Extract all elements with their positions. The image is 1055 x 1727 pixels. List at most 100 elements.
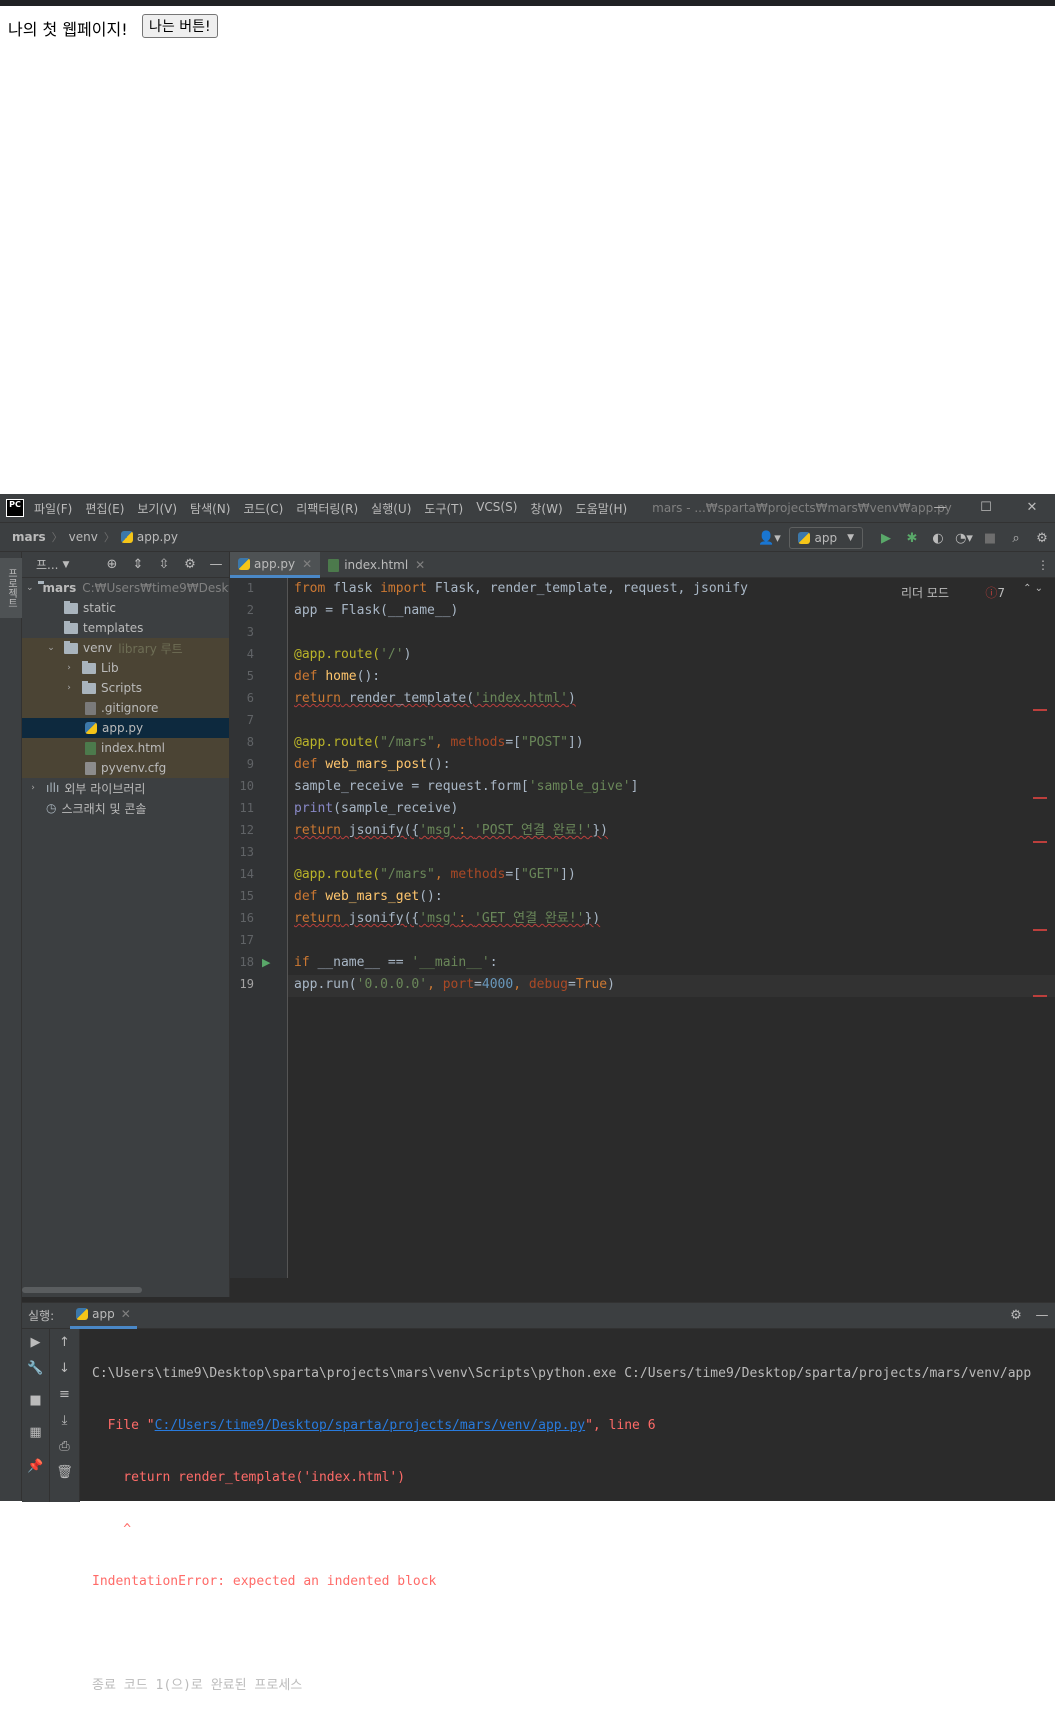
- close-icon[interactable]: ✕: [1009, 494, 1055, 522]
- run-tab-app[interactable]: app ✕: [70, 1303, 137, 1329]
- chevron-right-icon[interactable]: ›: [62, 663, 76, 673]
- arrow-up-icon[interactable]: ↑: [50, 1335, 79, 1350]
- menu-tools[interactable]: 도구(T): [424, 500, 463, 517]
- error-stripe-mark[interactable]: [1033, 929, 1047, 931]
- code-line-6: return render_template('index.html'): [294, 688, 576, 710]
- chevron-down-icon[interactable]: ⌄: [26, 583, 34, 593]
- breadcrumb-project[interactable]: mars: [12, 530, 46, 544]
- horizontal-scrollbar[interactable]: [22, 1287, 142, 1293]
- project-panel: 프... ▼ ⊕ ⇕ ⇳ ⚙ — ⌄ mars C:₩Users₩time9₩D…: [22, 552, 230, 1297]
- search-icon[interactable]: ⌕: [1003, 531, 1029, 546]
- project-view-select[interactable]: 프...: [36, 556, 58, 573]
- expand-all-icon[interactable]: ⇕: [125, 557, 151, 572]
- code-token: @app.route(: [294, 735, 381, 750]
- web-button[interactable]: 나는 버튼!: [142, 14, 218, 38]
- close-tab-icon[interactable]: ✕: [121, 1307, 131, 1321]
- tree-item-index-html[interactable]: index.html: [22, 738, 229, 758]
- tree-item-pyvenv-cfg[interactable]: pyvenv.cfg: [22, 758, 229, 778]
- tree-item-templates[interactable]: templates: [22, 618, 229, 638]
- tree-item-venv[interactable]: ⌄ venv library 루트: [22, 638, 229, 658]
- run-config-select[interactable]: app ▼: [789, 527, 863, 549]
- collapse-all-icon[interactable]: ⇳: [151, 557, 177, 572]
- tree-item-scratches[interactable]: ◷ 스크래치 및 콘솔: [22, 798, 229, 818]
- reader-mode-toggle[interactable]: 리더 모드: [901, 584, 949, 601]
- layout-icon[interactable]: ▦: [22, 1425, 49, 1440]
- line-number: 10: [239, 779, 254, 793]
- locate-icon[interactable]: ⊕: [99, 557, 125, 572]
- project-panel-toolbar: 프... ▼ ⊕ ⇕ ⇳ ⚙ —: [22, 552, 229, 578]
- console-file-link[interactable]: C:/Users/time9/Desktop/sparta/projects/m…: [155, 1418, 585, 1433]
- error-stripe-mark[interactable]: [1033, 995, 1047, 997]
- wrench-icon[interactable]: 🔧: [22, 1361, 49, 1376]
- gear-icon[interactable]: ⚙: [1029, 531, 1055, 546]
- coverage-icon[interactable]: ◐: [925, 531, 951, 546]
- menu-file[interactable]: 파일(F): [34, 500, 72, 517]
- soft-wrap-icon[interactable]: ≡: [50, 1387, 79, 1402]
- more-tabs-icon[interactable]: ⋮: [1031, 552, 1055, 577]
- code-token: ): [567, 691, 576, 706]
- tree-item-gitignore[interactable]: .gitignore: [22, 698, 229, 718]
- menu-window[interactable]: 창(W): [530, 500, 562, 517]
- maximize-icon[interactable]: ☐: [963, 494, 1009, 522]
- chevron-right-icon[interactable]: ›: [62, 683, 76, 693]
- tree-item-mars[interactable]: ⌄ mars C:₩Users₩time9₩Deskt: [22, 578, 229, 598]
- caret-down-icon[interactable]: ▼: [62, 560, 69, 570]
- user-icon[interactable]: 👤▾: [755, 531, 783, 546]
- code-editor[interactable]: 1 2 3 4 5 6 7 8 9 10 11 12 13 14 15 16 1…: [230, 578, 1055, 1278]
- code-line-19: app.run('0.0.0.0', port=4000, debug=True…: [294, 974, 615, 996]
- trash-icon[interactable]: 🗑: [50, 1465, 79, 1480]
- run-gutter-icon[interactable]: ▶: [262, 956, 270, 969]
- close-tab-icon[interactable]: ✕: [302, 557, 312, 571]
- debug-icon[interactable]: ✱: [899, 531, 925, 546]
- rerun-icon[interactable]: ▶: [22, 1335, 49, 1350]
- gear-icon[interactable]: ⚙: [177, 557, 203, 572]
- project-tool-tab[interactable]: 프로젝트: [0, 558, 22, 618]
- pin-icon[interactable]: 📌: [22, 1459, 49, 1474]
- gear-icon[interactable]: ⚙: [1003, 1308, 1029, 1323]
- close-tab-icon[interactable]: ✕: [415, 558, 425, 572]
- menu-help[interactable]: 도움말(H): [576, 500, 628, 517]
- error-stripe-mark[interactable]: [1033, 841, 1047, 843]
- error-count[interactable]: ⓘ7: [985, 584, 1005, 601]
- tree-hint: library 루트: [118, 641, 183, 656]
- chevron-down-icon[interactable]: ⌄: [44, 643, 58, 653]
- menu-view[interactable]: 보기(V): [137, 500, 177, 517]
- minimize-icon[interactable]: —: [917, 494, 963, 522]
- tree-item-scripts[interactable]: › Scripts: [22, 678, 229, 698]
- console-line: ^: [92, 1522, 132, 1537]
- code-token: =[: [505, 867, 521, 882]
- code-token: 4000: [481, 977, 514, 992]
- arrow-down-icon[interactable]: ↓: [50, 1361, 79, 1376]
- tree-item-app-py[interactable]: app.py: [22, 718, 229, 738]
- menu-refactor[interactable]: 리팩터링(R): [296, 500, 358, 517]
- code-token: ():: [419, 889, 443, 904]
- error-stripe-mark[interactable]: [1033, 797, 1047, 799]
- menu-edit[interactable]: 편집(E): [85, 500, 124, 517]
- breadcrumb-file[interactable]: app.py: [137, 530, 178, 544]
- stop-icon[interactable]: ■: [22, 1393, 49, 1408]
- menu-run[interactable]: 실행(U): [371, 500, 411, 517]
- scroll-to-end-icon[interactable]: ⤓: [50, 1413, 79, 1428]
- stop-icon[interactable]: ■: [977, 531, 1003, 546]
- error-stripe-mark[interactable]: [1033, 709, 1047, 711]
- chevron-right-icon: 〉: [51, 531, 63, 544]
- scratches-icon: ◷: [46, 801, 57, 815]
- run-icon[interactable]: ▶: [873, 531, 899, 546]
- hide-icon[interactable]: —: [203, 557, 229, 572]
- tree-item-lib[interactable]: › Lib: [22, 658, 229, 678]
- error-navigation-icon[interactable]: ⌃ ⌄: [1023, 583, 1043, 594]
- breadcrumb-venv[interactable]: venv: [69, 530, 98, 544]
- menu-navigate[interactable]: 탐색(N): [190, 500, 230, 517]
- tree-item-external-libraries[interactable]: › ıllı 외부 라이브러리: [22, 778, 229, 798]
- console-output[interactable]: C:\Users\time9\Desktop\sparta\projects\m…: [92, 1333, 1052, 1727]
- print-icon[interactable]: ⎙: [50, 1439, 79, 1454]
- menu-code[interactable]: 코드(C): [243, 500, 283, 517]
- profile-icon[interactable]: ◔▾: [951, 531, 977, 546]
- menu-vcs[interactable]: VCS(S): [476, 500, 517, 517]
- hide-icon[interactable]: —: [1029, 1308, 1055, 1323]
- tree-item-static[interactable]: static: [22, 598, 229, 618]
- tab-app-py[interactable]: app.py ✕: [230, 552, 321, 578]
- chevron-right-icon[interactable]: ›: [26, 783, 40, 793]
- line-number: 14: [239, 867, 254, 881]
- tab-index-html[interactable]: index.html ✕: [320, 552, 433, 578]
